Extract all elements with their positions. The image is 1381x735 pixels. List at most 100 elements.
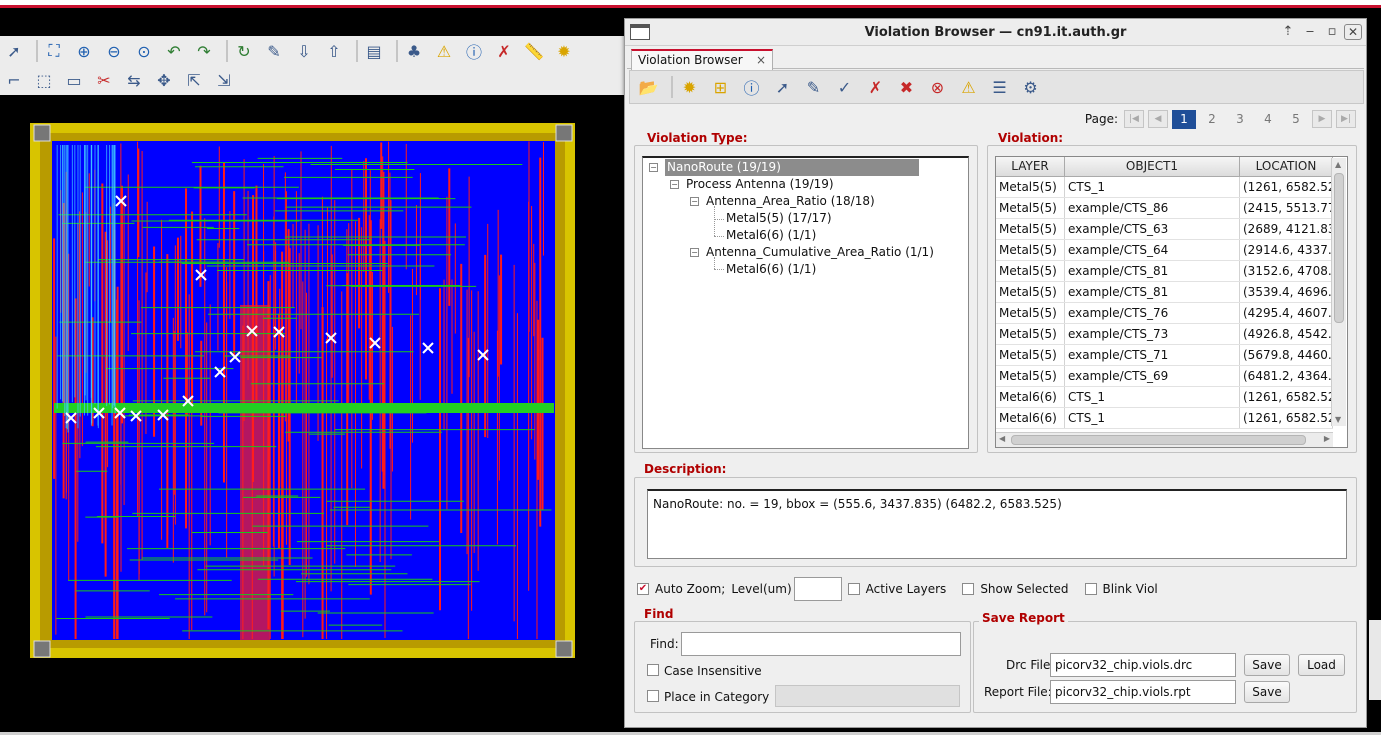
place-in-category-checkbox[interactable] [647, 690, 659, 702]
info-icon[interactable]: ⓘ [739, 75, 764, 99]
minimize-icon[interactable]: ‒ [1301, 24, 1319, 40]
violation-table[interactable]: LAYER OBJECT1 LOCATION Metal5(5) CTS_1 (12… [995, 156, 1348, 448]
maximize-icon[interactable]: ▫ [1323, 24, 1341, 40]
select-arrow-icon[interactable]: ➚ [770, 75, 795, 99]
table-row[interactable]: Metal6(6)CTS_1(1261, 6582.52... [996, 387, 1333, 408]
move-icon[interactable]: ✥ [152, 68, 176, 92]
collapse-icon[interactable]: − [690, 197, 699, 206]
table-row[interactable]: Metal5(5)example/CTS_73(4926.8, 4542.... [996, 324, 1333, 345]
save-drc-button[interactable]: Save [1244, 654, 1290, 676]
tree-node-metal5[interactable]: Metal5(5) (17/17) [726, 210, 832, 227]
fix-icon[interactable]: ✓ [832, 75, 857, 99]
select-icon[interactable]: ➚ [2, 39, 26, 63]
collapse-icon[interactable]: − [670, 180, 679, 189]
table-row[interactable]: Metal6(6)CTS_1(1261, 6582.52... [996, 408, 1333, 429]
tree-node-nanoroute[interactable]: NanoRoute (19/19) [665, 159, 919, 176]
page-4-button[interactable]: 4 [1256, 112, 1280, 126]
tree-node-antenna-cumulative[interactable]: Antenna_Cumulative_Area_Ratio (1/1) [706, 244, 934, 261]
page-1-button[interactable]: 1 [1172, 109, 1196, 129]
layout-canvas[interactable] [0, 95, 626, 735]
horizontal-scrollbar[interactable]: ◀ ▶ [996, 432, 1333, 447]
close-icon[interactable]: ✕ [1344, 24, 1362, 40]
mark-icon[interactable]: ✗ [863, 75, 888, 99]
zoom-in-icon[interactable]: ⊕ [72, 39, 96, 63]
first-page-button[interactable]: |◀ [1124, 110, 1144, 128]
hierarchy-move-icon[interactable]: ⇲ [212, 68, 236, 92]
open-folder-icon[interactable]: 📂 [636, 75, 661, 99]
clear-icon[interactable]: ✗ [492, 39, 516, 63]
scroll-thumb[interactable] [1011, 435, 1306, 445]
warning-icon[interactable]: ⚠ [432, 39, 456, 63]
tab-close-icon[interactable]: × [756, 53, 766, 67]
page-2-button[interactable]: 2 [1200, 112, 1224, 126]
tree-node-antenna-area-ratio[interactable]: Antenna_Area_Ratio (18/18) [706, 193, 875, 210]
panel-icon[interactable]: ▤ [362, 39, 386, 63]
stop-icon[interactable]: ⊗ [925, 75, 950, 99]
tree-node-process-antenna[interactable]: Process Antenna (19/19) [686, 176, 834, 193]
stretch-icon[interactable]: ⇆ [122, 68, 146, 92]
cut-icon[interactable]: ✂ [92, 68, 116, 92]
show-selected-checkbox[interactable] [962, 583, 975, 595]
settings-list-icon[interactable]: ☰ [987, 75, 1012, 99]
scroll-thumb[interactable] [1334, 173, 1344, 323]
area-icon[interactable]: ▭ [62, 68, 86, 92]
chip-layout-view[interactable] [0, 95, 626, 735]
drc-file-input[interactable]: picorv32_chip.viols.drc [1050, 653, 1236, 677]
ruler-icon[interactable]: 📏 [522, 39, 546, 63]
table-row[interactable]: Metal5(5)example/CTS_81(3152.6, 4708.... [996, 261, 1333, 282]
report-file-input[interactable]: picorv32_chip.viols.rpt [1050, 680, 1236, 704]
table-row[interactable]: Metal5(5)example/CTS_69(6481.2, 4364.... [996, 366, 1333, 387]
shade-icon[interactable]: ⇡ [1279, 24, 1297, 40]
auto-zoom-checkbox[interactable]: ✔ [637, 583, 649, 595]
page-5-button[interactable]: 5 [1284, 112, 1308, 126]
blink-viol-checkbox[interactable] [1084, 583, 1097, 595]
table-row[interactable]: Metal5(5)example/CTS_64(2914.6, 4337.... [996, 240, 1333, 261]
prev-page-button[interactable]: ◀ [1148, 110, 1168, 128]
delete-icon[interactable]: ✖ [894, 75, 919, 99]
select-box-icon[interactable]: ⬚ [32, 68, 56, 92]
undo-icon[interactable]: ↶ [162, 39, 186, 63]
last-page-button[interactable]: ▶| [1336, 110, 1356, 128]
violation-type-tree[interactable]: NanoRoute (19/19) − − Process Antenna (1… [642, 156, 969, 449]
move-up-icon[interactable]: ⇧ [322, 39, 346, 63]
gear-icon[interactable]: ⚙ [1018, 75, 1043, 99]
next-page-button[interactable]: ▶ [1312, 110, 1332, 128]
cursor-icon[interactable]: ⇱ [182, 68, 206, 92]
active-layers-checkbox[interactable] [847, 583, 860, 595]
page-3-button[interactable]: 3 [1228, 112, 1252, 126]
redo-icon[interactable]: ↷ [192, 39, 216, 63]
highlight-icon[interactable]: ✎ [262, 39, 286, 63]
table-row[interactable]: Metal5(5)example/CTS_76(4295.4, 4607.... [996, 303, 1333, 324]
hierarchy-icon[interactable]: ♣ [402, 39, 426, 63]
table-row[interactable]: Metal5(5)CTS_1(1261, 6582.52... [996, 177, 1333, 198]
violation-icon[interactable]: ✹ [552, 39, 576, 63]
load-drc-button[interactable]: Load [1298, 654, 1345, 676]
save-report-button[interactable]: Save [1244, 681, 1290, 703]
zoom-select-icon[interactable]: ⊙ [132, 39, 156, 63]
wire-icon[interactable]: ⌐ [2, 68, 26, 92]
move-down-icon[interactable]: ⇩ [292, 39, 316, 63]
warning-icon[interactable]: ⚠ [956, 75, 981, 99]
tab-violation-browser[interactable]: Violation Browser × [631, 49, 773, 70]
table-row[interactable]: Metal5(5)example/CTS_71(5679.8, 4460.... [996, 345, 1333, 366]
highlight-icon[interactable]: ✎ [801, 75, 826, 99]
zoom-fit-icon[interactable]: ⛶ [42, 39, 66, 63]
tree-node-metal6[interactable]: Metal6(6) (1/1) [726, 227, 816, 244]
column-layer[interactable]: LAYER [996, 157, 1065, 176]
vertical-scrollbar[interactable]: ▲ ▼ [1331, 158, 1346, 426]
refresh-icon[interactable]: ↻ [232, 39, 256, 63]
table-row[interactable]: Metal5(5)example/CTS_81(3539.4, 4696.... [996, 282, 1333, 303]
info-icon[interactable]: ⓘ [462, 39, 486, 63]
find-input[interactable] [681, 632, 961, 656]
column-object1[interactable]: OBJECT1 [1065, 157, 1240, 176]
level-input[interactable] [793, 577, 842, 601]
column-location[interactable]: LOCATION [1240, 157, 1333, 176]
collapse-icon[interactable]: − [649, 163, 658, 172]
tree-node-metal6-cumulative[interactable]: Metal6(6) (1/1) [726, 261, 816, 278]
collapse-icon[interactable]: − [690, 248, 699, 257]
zoom-violation-icon[interactable]: ⊞ [708, 75, 733, 99]
load-violations-icon[interactable]: ✹ [677, 75, 702, 99]
table-row[interactable]: Metal5(5)example/CTS_63(2689, 4121.83... [996, 219, 1333, 240]
window-titlebar[interactable]: Violation Browser — cn91.it.auth.gr ⇡ ‒ … [625, 19, 1366, 46]
zoom-out-icon[interactable]: ⊖ [102, 39, 126, 63]
